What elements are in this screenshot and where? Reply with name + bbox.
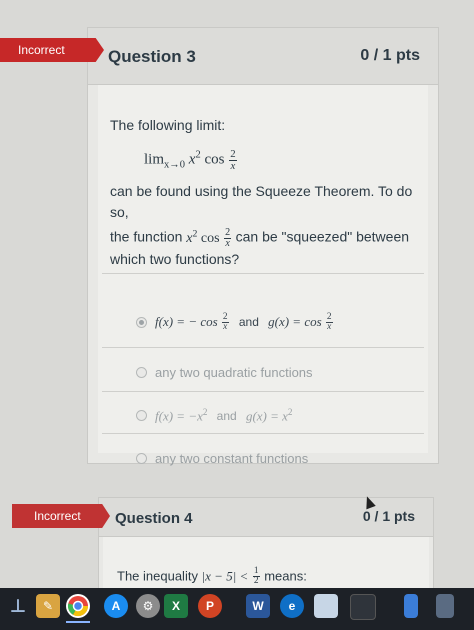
radio-unselected-icon[interactable] <box>136 367 147 378</box>
divider <box>102 391 424 392</box>
question-3-title: Question 3 <box>108 47 196 66</box>
edge-icon[interactable]: e <box>280 594 304 618</box>
answer-option-3[interactable]: f(x) = −x2 and g(x) = x2 <box>136 407 292 424</box>
question-4-header: Question 4 0 / 1 pts <box>99 498 433 537</box>
excel-icon[interactable]: X <box>164 594 188 618</box>
question-4-card: Question 4 0 / 1 pts The inequality |x −… <box>98 497 434 597</box>
chrome-icon[interactable] <box>66 594 90 618</box>
divider <box>102 273 424 274</box>
question-4-prompt: The inequality |x − 5| < 12 means: <box>117 566 307 587</box>
question-4-title: Question 4 <box>115 510 193 527</box>
window-icon[interactable] <box>350 594 376 620</box>
answer-option-2[interactable]: any two quadratic functions <box>136 365 313 380</box>
finder-icon[interactable] <box>404 594 418 618</box>
radio-unselected-icon[interactable] <box>136 410 147 422</box>
paint-icon[interactable]: ✎ <box>36 594 60 618</box>
settings-icon[interactable]: ⚙ <box>136 594 160 618</box>
divider <box>102 347 424 348</box>
photos-icon[interactable] <box>314 594 338 618</box>
answer-option-1[interactable]: f(x) = − cos 2x and g(x) = cos 2x <box>136 312 334 333</box>
fraction-2-over-x: 2x <box>229 148 237 172</box>
incorrect-badge-q3: Incorrect <box>0 38 104 62</box>
question-3-card: Question 3 0 / 1 pts The following limit… <box>87 27 439 466</box>
taskbar: ⊥ ✎ A ⚙ X P W e <box>0 588 474 630</box>
divider <box>102 433 424 434</box>
question-3-points: 0 / 1 pts <box>360 47 420 64</box>
limit-expression: limx→0 x2 cos 2x <box>144 148 237 172</box>
word-icon[interactable]: W <box>246 594 270 618</box>
question-3-prompt-body: can be found using the Squeeze Theorem. … <box>110 183 413 268</box>
question-3-header: Question 3 0 / 1 pts <box>88 28 438 85</box>
app-store-icon[interactable]: A <box>104 594 128 618</box>
question-4-points: 0 / 1 pts <box>362 508 415 524</box>
radio-selected-icon[interactable] <box>136 317 147 329</box>
question-3-body: The following limit: limx→0 x2 cos 2x ca… <box>98 85 428 466</box>
powerpoint-icon[interactable]: P <box>198 594 222 618</box>
active-app-indicator <box>66 621 90 623</box>
pin-icon[interactable]: ⊥ <box>6 594 30 618</box>
radio-unselected-icon[interactable] <box>136 453 147 464</box>
question-3-prompt-intro: The following limit: <box>110 117 226 133</box>
incorrect-badge-q4: Incorrect <box>12 504 110 528</box>
trash-icon[interactable] <box>436 594 454 618</box>
inline-function-expression: x2 cos 2x <box>186 226 232 249</box>
answer-option-4[interactable]: any two constant functions <box>136 451 308 466</box>
